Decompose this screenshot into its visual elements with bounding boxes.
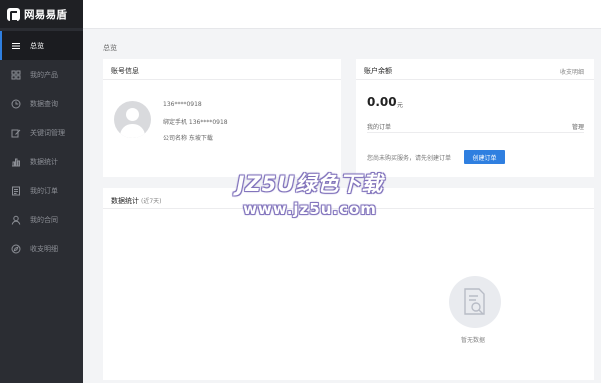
bar-chart-icon bbox=[11, 157, 21, 167]
billing-details-link[interactable]: 收支明细 bbox=[560, 67, 584, 76]
document-icon bbox=[11, 186, 21, 196]
divider bbox=[356, 79, 594, 80]
data-statistics-card: 数据统计 (近7天) 暂无数据 bbox=[103, 188, 594, 380]
sidebar-item-label: 我的订单 bbox=[30, 186, 58, 195]
empty-data-text: 暂无数据 bbox=[461, 337, 486, 344]
manage-link[interactable]: 管理 bbox=[572, 122, 584, 131]
card-title: 账户余额 bbox=[364, 67, 392, 75]
avatar bbox=[114, 101, 151, 138]
breadcrumb: 总览 bbox=[103, 44, 117, 52]
sidebar-item-label: 收支明细 bbox=[30, 244, 58, 253]
balance-unit: 元 bbox=[397, 102, 404, 109]
grid-icon bbox=[11, 70, 21, 80]
sidebar-item-keywords[interactable]: 关键词管理 bbox=[0, 118, 83, 147]
orders-row: 我的订单 管理 bbox=[367, 122, 584, 133]
empty-data-icon bbox=[449, 276, 501, 328]
balance-card: 账户余额 收支明细 0.00 元 我的订单 管理 您尚未购买服务，请先创建订单 … bbox=[356, 59, 594, 177]
sidebar-item-contracts[interactable]: 我的合同 bbox=[0, 205, 83, 234]
no-service-hint: 您尚未购买服务，请先创建订单 bbox=[367, 155, 452, 162]
sidebar-item-label: 数据查询 bbox=[30, 99, 58, 108]
sidebar-item-billing[interactable]: 收支明细 bbox=[0, 234, 83, 263]
stats-subtitle: (近7天) bbox=[141, 198, 162, 205]
account-phone: 绑定手机 136****0918 bbox=[163, 119, 228, 126]
sidebar-nav: 总览 我的产品 数据查询 关键词管理 数据统计 我的订单 我的合同 收支明细 bbox=[0, 31, 83, 263]
sidebar: 网易易盾 总览 我的产品 数据查询 关键词管理 数据统计 我的订单 我的合同 收… bbox=[0, 0, 83, 383]
logo[interactable]: 网易易盾 bbox=[0, 0, 83, 28]
sidebar-item-label: 关键词管理 bbox=[30, 128, 65, 137]
sidebar-item-overview[interactable]: 总览 bbox=[0, 31, 83, 60]
account-info-card: 账号信息 136****0918 绑定手机 136****0918 公司名称 东… bbox=[103, 59, 341, 177]
sidebar-item-statistics[interactable]: 数据统计 bbox=[0, 147, 83, 176]
sidebar-item-products[interactable]: 我的产品 bbox=[0, 60, 83, 89]
edit-icon bbox=[11, 128, 21, 138]
top-bar bbox=[83, 0, 601, 29]
menu-icon bbox=[11, 41, 21, 51]
card-title: 数据统计 (近7天) bbox=[111, 196, 162, 206]
sidebar-item-label: 我的合同 bbox=[30, 215, 58, 224]
create-order-button[interactable]: 创建订单 bbox=[464, 150, 505, 164]
sidebar-item-label: 我的产品 bbox=[30, 70, 58, 79]
sidebar-item-label: 数据统计 bbox=[30, 157, 58, 166]
user-icon bbox=[11, 215, 21, 225]
divider bbox=[103, 79, 341, 80]
orders-label: 我的订单 bbox=[367, 124, 392, 131]
account-company: 公司名称 东坡下载 bbox=[163, 135, 213, 142]
account-username: 136****0918 bbox=[163, 101, 202, 108]
card-title: 账号信息 bbox=[111, 67, 139, 75]
sidebar-item-label: 总览 bbox=[30, 41, 44, 50]
app-name: 网易易盾 bbox=[24, 8, 68, 21]
divider bbox=[103, 208, 594, 209]
stats-title: 数据统计 bbox=[111, 197, 139, 205]
clock-icon bbox=[11, 99, 21, 109]
logo-icon bbox=[7, 7, 20, 22]
sidebar-item-orders[interactable]: 我的订单 bbox=[0, 176, 83, 205]
sidebar-item-data-query[interactable]: 数据查询 bbox=[0, 89, 83, 118]
balance-amount: 0.00 bbox=[367, 95, 397, 109]
compass-icon bbox=[11, 244, 21, 254]
